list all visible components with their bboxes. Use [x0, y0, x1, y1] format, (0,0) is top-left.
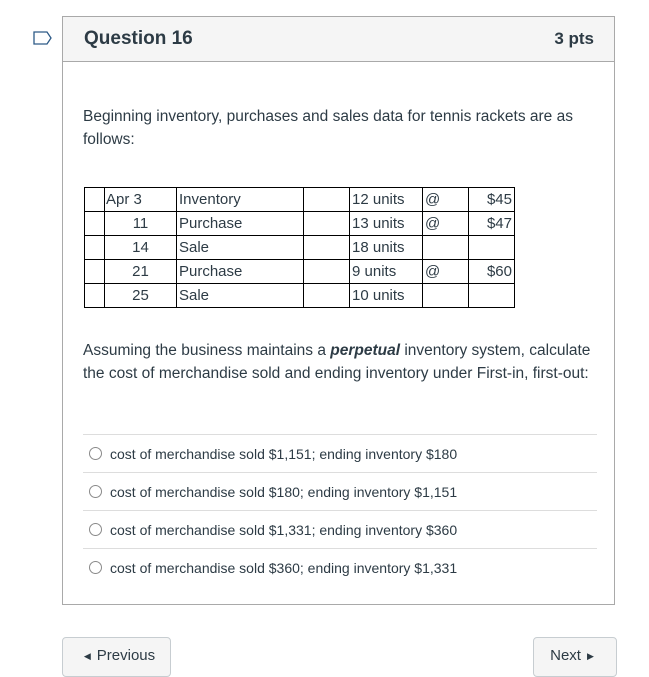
table-row: 25 Sale 10 units	[84, 283, 515, 308]
prompt-text-before: Assuming the business maintains a	[83, 342, 331, 359]
radio-button[interactable]	[89, 447, 102, 460]
question-intro: Beginning inventory, purchases and sales…	[83, 108, 573, 148]
answer-option[interactable]: cost of merchandise sold $360; ending in…	[83, 548, 597, 586]
blank-cell	[303, 211, 350, 236]
type-cell: Inventory	[176, 187, 304, 212]
question-header: Question 16 3 pts	[63, 17, 614, 62]
blank-cell	[84, 283, 105, 308]
table-row: Apr 3 Inventory 12 units @ $45	[84, 187, 515, 212]
date-cell: 25	[104, 283, 177, 308]
date-cell: 21	[104, 259, 177, 284]
answer-option[interactable]: cost of merchandise sold $1,151; ending …	[83, 434, 597, 472]
answer-label[interactable]: cost of merchandise sold $1,331; ending …	[110, 522, 457, 538]
price-cell	[468, 235, 515, 260]
question-title: Question 16	[84, 28, 193, 49]
table-row: 21 Purchase 9 units @ $60	[84, 259, 515, 284]
answer-list: cost of merchandise sold $1,151; ending …	[83, 434, 597, 586]
price-cell: $45	[468, 187, 515, 212]
answer-label[interactable]: cost of merchandise sold $1,151; ending …	[110, 446, 457, 462]
blank-cell	[84, 211, 105, 236]
units-cell: 10 units	[349, 283, 423, 308]
type-cell: Sale	[176, 283, 304, 308]
answer-label[interactable]: cost of merchandise sold $180; ending in…	[110, 484, 457, 500]
at-cell: @	[422, 259, 469, 284]
blank-cell	[303, 187, 350, 212]
blank-cell	[84, 235, 105, 260]
price-cell: $47	[468, 211, 515, 236]
price-cell	[468, 283, 515, 308]
units-cell: 12 units	[349, 187, 423, 212]
answer-option[interactable]: cost of merchandise sold $1,331; ending …	[83, 510, 597, 548]
date-cell: Apr 3	[104, 187, 177, 212]
blank-cell	[84, 187, 105, 212]
triangle-right-icon: ▶	[586, 651, 594, 661]
question-prompt: Assuming the business maintains a perpet…	[83, 339, 593, 385]
bookmark-flag-icon[interactable]	[33, 31, 53, 45]
blank-cell	[303, 283, 350, 308]
date-cell: 14	[104, 235, 177, 260]
table-row: 11 Purchase 13 units @ $47	[84, 211, 515, 236]
at-cell: @	[422, 211, 469, 236]
type-cell: Sale	[176, 235, 304, 260]
blank-cell	[303, 235, 350, 260]
blank-cell	[84, 259, 105, 284]
radio-button[interactable]	[89, 523, 102, 536]
answer-option[interactable]: cost of merchandise sold $180; ending in…	[83, 472, 597, 510]
units-cell: 9 units	[349, 259, 423, 284]
type-cell: Purchase	[176, 211, 304, 236]
at-cell	[422, 283, 469, 308]
next-button[interactable]: Next ▶	[533, 637, 617, 677]
previous-label: Previous	[96, 647, 156, 664]
units-cell: 18 units	[349, 235, 423, 260]
next-label: Next	[550, 647, 581, 664]
triangle-left-icon: ◀	[83, 651, 91, 661]
question-card: Question 16 3 pts Beginning inventory, p…	[62, 16, 615, 605]
type-cell: Purchase	[176, 259, 304, 284]
at-cell	[422, 235, 469, 260]
units-cell: 13 units	[349, 211, 423, 236]
price-cell: $60	[468, 259, 515, 284]
blank-cell	[303, 259, 350, 284]
prompt-emphasis: perpetual	[330, 342, 401, 359]
previous-button[interactable]: ◀ Previous	[62, 637, 171, 677]
answer-label[interactable]: cost of merchandise sold $360; ending in…	[110, 560, 457, 576]
inventory-table: Apr 3 Inventory 12 units @ $45 11 Purchase 13 u…	[84, 187, 515, 308]
table-row: 14 Sale 18 units	[84, 235, 515, 260]
at-cell: @	[422, 187, 469, 212]
radio-button[interactable]	[89, 485, 102, 498]
radio-button[interactable]	[89, 561, 102, 574]
date-cell: 11	[104, 211, 177, 236]
question-points: 3 pts	[554, 29, 594, 48]
